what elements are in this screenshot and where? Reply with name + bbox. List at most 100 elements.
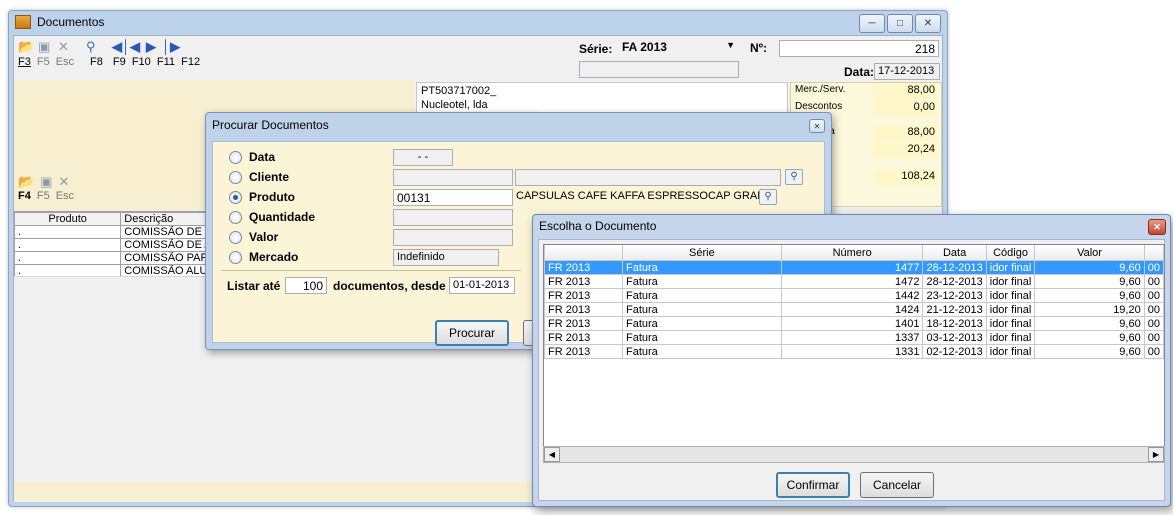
column-header[interactable]: Data: [922, 245, 987, 261]
cell: 19,20: [1034, 302, 1145, 317]
column-header[interactable]: [1143, 245, 1164, 261]
cliente-search-icon[interactable]: ⚲: [785, 169, 803, 185]
cell: idor final: [985, 302, 1036, 317]
close-button[interactable]: ✕: [915, 14, 941, 33]
client-nif: PT503717002_: [421, 85, 497, 97]
cell: 1401: [780, 316, 924, 331]
table-row[interactable]: FR 2013 Fatura 1477 28-12-2013 idor final 9,6…: [544, 260, 1164, 275]
radio-valor[interactable]: [229, 231, 242, 244]
add-line-icon[interactable]: 📂: [18, 174, 34, 190]
table-row[interactable]: FR 2013 Fatura 1472 28-12-2013 idor final 9,6…: [544, 274, 1164, 289]
procurar-titlebar: Procurar Documentos: [206, 113, 831, 137]
serie-value: FA 2013: [622, 40, 667, 54]
procurar-button[interactable]: Procurar: [435, 320, 509, 346]
desde-date-input[interactable]: 01-01-2013: [449, 277, 515, 294]
cell: 1337: [780, 330, 924, 345]
save-line-icon[interactable]: ▣: [40, 174, 52, 190]
search-icon[interactable]: ⚲: [86, 39, 112, 55]
numero-input[interactable]: 218: [779, 40, 939, 57]
cell: idor final: [985, 344, 1036, 359]
serie-select[interactable]: FA 2013 ▼: [619, 39, 739, 58]
cliente-filter-input[interactable]: [393, 169, 513, 186]
table-row[interactable]: FR 2013 Fatura 1401 18-12-2013 idor final 9,6…: [544, 316, 1164, 331]
data-filter-input[interactable]: - -: [393, 149, 453, 166]
listar-count-input[interactable]: 100: [285, 277, 327, 294]
table-row[interactable]: . COMISSÃO PART: [13, 251, 220, 265]
save-icon[interactable]: ▣: [38, 39, 58, 55]
table-row[interactable]: FR 2013 Fatura 1424 21-12-2013 idor final 19,…: [544, 302, 1164, 317]
table-row[interactable]: FR 2013 Fatura 1337 03-12-2013 idor final 9,6…: [544, 330, 1164, 345]
key-esc-line-label: Esc: [55, 190, 75, 202]
column-header[interactable]: Produto: [13, 212, 122, 226]
radio-cliente[interactable]: [229, 171, 242, 184]
total-label: Merc./Serv.: [795, 84, 846, 95]
cell: Fatura: [621, 260, 782, 275]
cancel-button[interactable]: Cancelar: [860, 472, 934, 498]
cell: 1472: [780, 274, 924, 289]
column-header[interactable]: [544, 245, 623, 261]
key-f5-line-label: F5: [36, 190, 50, 202]
main-titlebar: Documentos: [9, 11, 947, 33]
previous-record-icon[interactable]: ◀: [130, 39, 146, 55]
data-field[interactable]: 17-12-2013: [874, 63, 940, 80]
radio-produto[interactable]: [229, 191, 242, 204]
cell: Fatura: [621, 288, 782, 303]
table-row[interactable]: . COMISSÃO DE V: [13, 225, 220, 239]
key-f5-label: F5: [36, 56, 50, 68]
total-row: Merc./Serv. 88,00: [791, 83, 941, 100]
cell: idor final: [985, 330, 1036, 345]
procurar-close-button[interactable]: ✕: [809, 119, 825, 133]
last-record-icon[interactable]: │▶: [162, 39, 180, 55]
cell: FR 2013: [544, 344, 623, 359]
cell: 1424: [780, 302, 924, 317]
scroll-left-icon[interactable]: ◀: [544, 447, 560, 462]
cell: 9,60: [1034, 330, 1145, 345]
cell: Fatura: [621, 302, 782, 317]
new-document-icon[interactable]: 📂: [18, 39, 38, 55]
key-f4-label: F4: [18, 190, 31, 202]
quantidade-filter-input[interactable]: [393, 209, 513, 226]
mercado-filter-input[interactable]: Indefinido: [393, 249, 499, 266]
cancel-icon[interactable]: ✕: [58, 39, 86, 55]
next-record-icon[interactable]: ▶: [146, 39, 162, 55]
cell: 00: [1143, 344, 1164, 359]
column-header[interactable]: Número: [780, 245, 924, 261]
cell: idor final: [985, 274, 1036, 289]
escolha-close-button[interactable]: ✕: [1148, 219, 1166, 235]
table-row[interactable]: . COMISSÃO DE A: [13, 238, 220, 252]
data-label: Data:: [844, 65, 875, 79]
procurar-title: Procurar Documentos: [212, 118, 329, 132]
cell: FR 2013: [544, 274, 623, 289]
cliente-desc-field: [515, 169, 781, 186]
escolha-titlebar: Escolha o Documento: [533, 215, 1170, 237]
escolha-dialog: Escolha o Documento ✕ Série Número Data …: [532, 214, 1171, 507]
valor-filter-input[interactable]: [393, 229, 513, 246]
column-header[interactable]: Valor: [1034, 245, 1145, 261]
cell: 00: [1143, 316, 1164, 331]
cell: Fatura: [621, 316, 782, 331]
scroll-right-icon[interactable]: ▶: [1148, 447, 1164, 462]
cell: .: [13, 251, 122, 265]
documentos-desde-label: documentos, desde: [333, 279, 446, 293]
table-row[interactable]: FR 2013 Fatura 1331 02-12-2013 idor final 9,6…: [544, 344, 1164, 359]
radio-mercado[interactable]: [229, 251, 242, 264]
column-header[interactable]: Código: [985, 245, 1036, 261]
radio-data[interactable]: [229, 151, 242, 164]
total-value: 0,00: [873, 101, 937, 116]
maximize-button[interactable]: □: [887, 14, 913, 33]
cell: 9,60: [1034, 260, 1145, 275]
produto-search-icon[interactable]: ⚲: [759, 189, 777, 205]
confirm-button[interactable]: Confirmar: [776, 472, 850, 498]
cell: 9,60: [1034, 344, 1145, 359]
first-record-icon[interactable]: ◀│: [112, 39, 130, 55]
delete-line-icon[interactable]: ✕: [58, 174, 69, 190]
produto-description: CAPSULAS CAFE KAFFA ESPRESSOCAP GRAN: [516, 190, 766, 202]
minimize-button[interactable]: ─: [859, 14, 885, 33]
cell: Fatura: [621, 344, 782, 359]
radio-quantidade[interactable]: [229, 211, 242, 224]
column-header[interactable]: Série: [621, 245, 782, 261]
window-title: Documentos: [37, 15, 105, 29]
produto-filter-input[interactable]: 00131: [393, 189, 513, 206]
table-row[interactable]: FR 2013 Fatura 1442 23-12-2013 idor final 9,6…: [544, 288, 1164, 303]
horizontal-scrollbar[interactable]: ◀ ▶: [543, 446, 1165, 463]
